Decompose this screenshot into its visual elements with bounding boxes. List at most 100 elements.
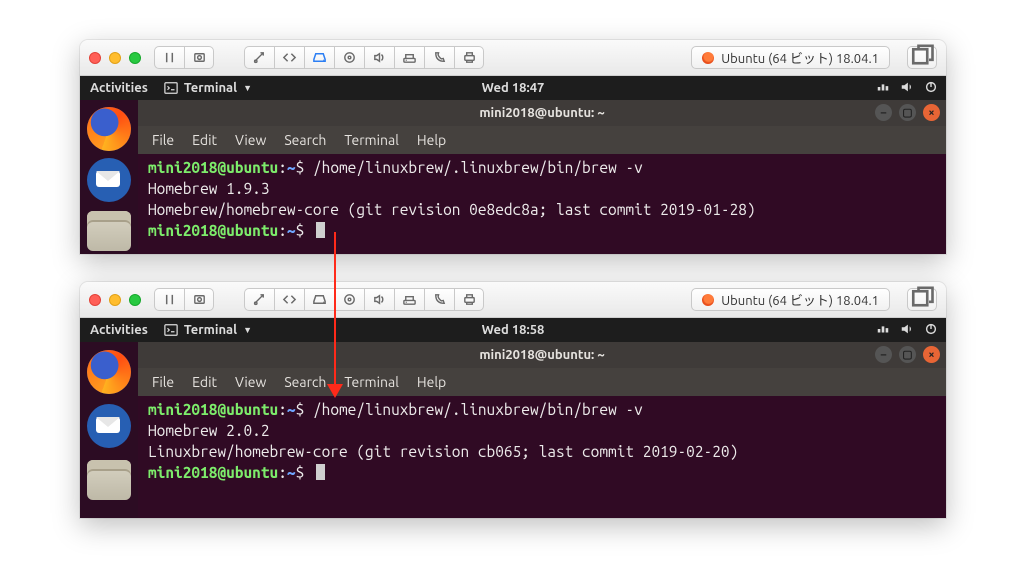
sound-icon[interactable]	[364, 288, 394, 311]
files-icon	[87, 211, 131, 251]
guest-desktop: Activities Terminal ▼ Wed 18:47 mini2018…	[80, 76, 946, 254]
terminal-line: mini2018@ubuntu:~$ /home/linuxbrew/.linu…	[148, 158, 936, 179]
hard-disk-icon[interactable]	[304, 46, 334, 69]
close-icon[interactable]	[89, 52, 101, 64]
snapshot-button[interactable]	[184, 46, 214, 69]
dock-files[interactable]	[85, 209, 133, 254]
files-icon	[87, 460, 131, 500]
windows-button[interactable]	[907, 288, 937, 311]
dock-files[interactable]	[85, 456, 133, 504]
menu-help[interactable]: Help	[417, 132, 446, 148]
settings-icon[interactable]	[244, 46, 274, 69]
app-menu[interactable]: Terminal ▼	[162, 81, 254, 95]
command-text: /home/linuxbrew/.linuxbrew/bin/brew -v	[313, 159, 643, 176]
menu-view[interactable]: View	[235, 132, 266, 148]
code-icon[interactable]	[274, 288, 304, 311]
win-minimize-icon[interactable]: –	[875, 104, 892, 121]
window-controls	[89, 294, 141, 306]
menu-help[interactable]: Help	[417, 374, 446, 390]
network-status-icon[interactable]	[876, 322, 890, 339]
pause-button[interactable]	[154, 288, 184, 311]
thunderbird-icon	[87, 404, 131, 448]
firefox-icon	[87, 107, 131, 151]
terminal-titlebar[interactable]: mini2018@ubuntu: ~ – ▢ ×	[138, 342, 946, 368]
app-menu-label: Terminal	[184, 81, 237, 95]
snapshot-button[interactable]	[184, 288, 214, 311]
menu-search[interactable]: Search	[284, 374, 326, 390]
terminal-output: Homebrew 2.0.2	[148, 421, 936, 442]
terminal-menubar: File Edit View Search Terminal Help	[138, 368, 946, 396]
menu-edit[interactable]: Edit	[192, 132, 217, 148]
power-icon[interactable]	[924, 322, 938, 339]
ubuntu-logo-icon	[702, 52, 714, 64]
cd-icon[interactable]	[334, 288, 364, 311]
pause-button[interactable]	[154, 46, 184, 69]
code-icon[interactable]	[274, 46, 304, 69]
cursor	[316, 222, 325, 238]
guest-desktop: Activities Terminal ▼ Wed 18:58 mini2018…	[80, 318, 946, 518]
win-maximize-icon[interactable]: ▢	[899, 104, 916, 121]
app-menu[interactable]: Terminal ▼	[162, 323, 254, 337]
terminal-body[interactable]: mini2018@ubuntu:~$ /home/linuxbrew/.linu…	[138, 154, 946, 246]
thunderbird-icon	[87, 158, 131, 202]
sound-icon[interactable]	[364, 46, 394, 69]
volume-status-icon[interactable]	[900, 322, 914, 339]
activities-button[interactable]: Activities	[88, 81, 150, 95]
toolbar-group-devices	[244, 46, 484, 69]
terminal-titlebar[interactable]: mini2018@ubuntu: ~ – ▢ ×	[138, 100, 946, 126]
terminal-window: mini2018@ubuntu: ~ – ▢ × File Edit View …	[138, 342, 946, 488]
zoom-icon[interactable]	[129, 52, 141, 64]
minimize-icon[interactable]	[109, 52, 121, 64]
dock-firefox[interactable]	[85, 348, 133, 396]
dock	[80, 342, 138, 518]
hard-disk-icon[interactable]	[304, 288, 334, 311]
dock-thunderbird[interactable]	[85, 402, 133, 450]
activities-button[interactable]: Activities	[88, 323, 150, 337]
terminal-title: mini2018@ubuntu: ~	[479, 348, 604, 362]
close-icon[interactable]	[89, 294, 101, 306]
win-minimize-icon[interactable]: –	[875, 346, 892, 363]
vm-window-after: Ubuntu (64 ビット) 18.04.1 Activities Termi…	[80, 282, 946, 518]
windows-button[interactable]	[907, 46, 937, 69]
firefox-icon	[87, 350, 131, 394]
ubuntu-logo-icon	[702, 294, 714, 306]
terminal-output: Homebrew/homebrew-core (git revision 0e8…	[148, 200, 936, 221]
dock-firefox[interactable]	[85, 106, 133, 151]
phone-icon[interactable]	[424, 46, 454, 69]
terminal-line: mini2018@ubuntu:~$	[148, 221, 936, 242]
win-maximize-icon[interactable]: ▢	[899, 346, 916, 363]
menu-search[interactable]: Search	[284, 132, 326, 148]
terminal-body[interactable]: mini2018@ubuntu:~$ /home/linuxbrew/.linu…	[138, 396, 946, 488]
annotation-arrow	[334, 232, 336, 396]
power-icon[interactable]	[924, 80, 938, 97]
menu-file[interactable]: File	[152, 374, 174, 390]
menu-edit[interactable]: Edit	[192, 374, 217, 390]
menu-terminal[interactable]: Terminal	[344, 132, 399, 148]
vm-tab[interactable]: Ubuntu (64 ビット) 18.04.1	[691, 288, 890, 311]
network-icon[interactable]	[394, 288, 424, 311]
menu-file[interactable]: File	[152, 132, 174, 148]
app-menu-label: Terminal	[184, 323, 237, 337]
vm-window-before: Ubuntu (64 ビット) 18.04.1 Activities Termi…	[80, 40, 946, 254]
menu-terminal[interactable]: Terminal	[344, 374, 399, 390]
toolbar-group-view	[154, 46, 214, 69]
menu-view[interactable]: View	[235, 374, 266, 390]
settings-icon[interactable]	[244, 288, 274, 311]
dock	[80, 100, 138, 254]
network-icon[interactable]	[394, 46, 424, 69]
network-status-icon[interactable]	[876, 80, 890, 97]
terminal-icon	[164, 81, 178, 95]
vm-tab[interactable]: Ubuntu (64 ビット) 18.04.1	[691, 46, 890, 69]
phone-icon[interactable]	[424, 288, 454, 311]
printer-icon[interactable]	[454, 288, 484, 311]
minimize-icon[interactable]	[109, 294, 121, 306]
win-close-icon[interactable]: ×	[923, 104, 940, 121]
cd-icon[interactable]	[334, 46, 364, 69]
dock-thunderbird[interactable]	[85, 157, 133, 202]
cursor	[316, 464, 325, 480]
printer-icon[interactable]	[454, 46, 484, 69]
volume-status-icon[interactable]	[900, 80, 914, 97]
win-close-icon[interactable]: ×	[923, 346, 940, 363]
terminal-line: mini2018@ubuntu:~$	[148, 463, 936, 484]
zoom-icon[interactable]	[129, 294, 141, 306]
